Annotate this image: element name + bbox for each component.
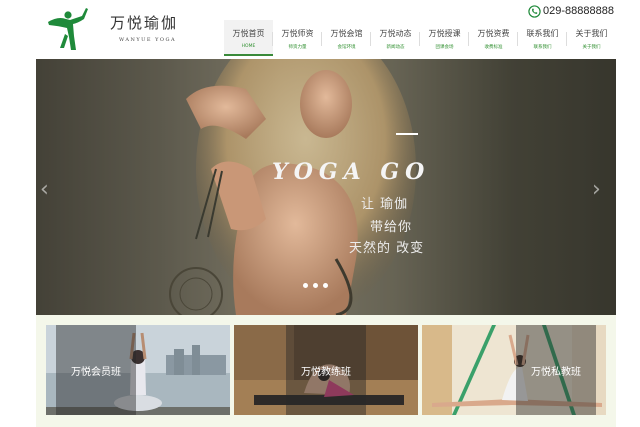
slider-dot[interactable]: [313, 283, 318, 288]
nav-item-news[interactable]: 万悦动态 新闻动态: [371, 20, 420, 56]
slider-dot[interactable]: [303, 283, 308, 288]
class-card-label: 万悦私教班: [531, 367, 581, 378]
nav-item-teachers[interactable]: 万悦师资 师资力量: [273, 20, 322, 56]
banner-tagline-2: 带给你: [370, 220, 413, 235]
nav-sublabel: 收费标准: [484, 45, 503, 50]
contact-phone: 029-88888888: [528, 4, 614, 18]
nav-item-fees[interactable]: 万悦资费 收费标准: [469, 20, 518, 56]
slider-dot[interactable]: [323, 283, 328, 288]
title-accent-bar: [396, 133, 418, 135]
chevron-right-icon[interactable]: ›: [592, 177, 601, 202]
nav-label: 万悦授课: [428, 29, 461, 38]
nav-sublabel: 新闻动态: [386, 45, 405, 50]
banner-photo: [36, 59, 616, 315]
class-card-label: 万悦教练班: [301, 367, 351, 378]
classes-section: 万悦会员班 万悦教练班 万悦私教班: [36, 315, 616, 427]
nav-item-club[interactable]: 万悦会馆 会馆环境: [322, 20, 371, 56]
hero-banner[interactable]: ‹ › YOGA GO 让 瑜伽 带给你 天然的 改变: [36, 59, 616, 315]
banner-title: YOGA GO: [272, 159, 431, 185]
nav-label: 万悦会馆: [330, 29, 363, 38]
nav-label: 万悦师资: [281, 29, 314, 38]
nav-label: 万悦资费: [477, 29, 510, 38]
nav-sublabel: 联系我们: [533, 45, 552, 50]
nav-label: 万悦首页: [232, 29, 265, 38]
brand-name: 万悦瑜伽: [110, 14, 179, 32]
yoga-pose-icon[interactable]: [46, 6, 90, 52]
nav-item-contact[interactable]: 联系我们 联系我们: [518, 20, 567, 56]
nav-sublabel: 关于我们: [582, 45, 601, 50]
nav-sublabel: 团课会场: [435, 45, 454, 50]
nav-sublabel: 师资力量: [288, 45, 307, 50]
class-card-coach[interactable]: 万悦教练班: [234, 325, 418, 415]
class-card-label: 万悦会员班: [71, 367, 121, 378]
nav-label: 联系我们: [526, 29, 559, 38]
nav-item-about[interactable]: 关于我们 关于我们: [567, 20, 616, 56]
phone-number: 029-88888888: [543, 5, 614, 17]
phone-icon: [528, 4, 541, 18]
nav-sublabel: 会馆环境: [337, 45, 356, 50]
main-nav: 万悦首页 HOME 万悦师资 师资力量 万悦会馆 会馆环境 万悦动态 新闻动态 …: [224, 20, 616, 58]
nav-sublabel: HOME: [241, 44, 256, 49]
class-card-private[interactable]: 万悦私教班: [422, 325, 606, 415]
nav-item-home[interactable]: 万悦首页 HOME: [224, 20, 273, 56]
banner-tagline-3: 天然的 改变: [349, 241, 425, 256]
brand-subtitle: WANYUE YOGA: [119, 37, 177, 43]
nav-label: 关于我们: [575, 29, 608, 38]
class-card-member[interactable]: 万悦会员班: [46, 325, 230, 415]
slider-pagination: [303, 283, 328, 288]
chevron-left-icon[interactable]: ‹: [40, 177, 49, 202]
nav-label: 万悦动态: [379, 29, 412, 38]
banner-tagline-1: 让 瑜伽: [361, 197, 409, 212]
nav-item-courses[interactable]: 万悦授课 团课会场: [420, 20, 469, 56]
